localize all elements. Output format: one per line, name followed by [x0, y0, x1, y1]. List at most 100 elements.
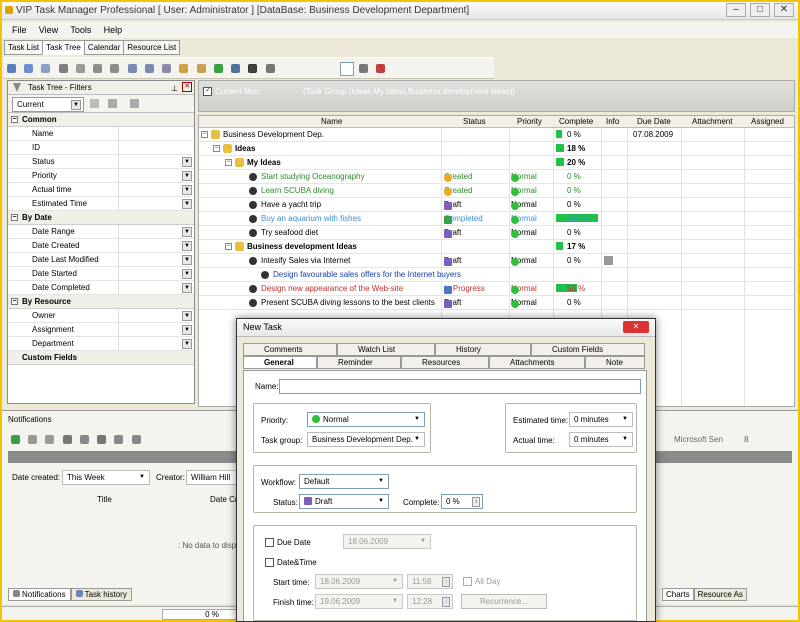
minimize-button[interactable]: – [726, 3, 746, 17]
table-row[interactable]: − Business Development Dep. 0 % 07.08.2009 [199, 128, 794, 142]
tab-note[interactable]: Note [585, 356, 645, 369]
due-date-checkbox[interactable] [265, 538, 274, 547]
move-down-icon[interactable] [127, 64, 137, 73]
filter-property-row[interactable]: Department ▼ [8, 337, 194, 351]
collapse-icon[interactable]: − [213, 145, 220, 152]
tab-charts[interactable]: Charts [662, 588, 694, 601]
tab-resource-assign[interactable]: Resource As [693, 588, 747, 601]
filter-settings-icon[interactable] [130, 99, 139, 108]
chevron-down-icon[interactable]: ▼ [182, 241, 192, 251]
due-date-input[interactable]: 18.06.2009 ▼ [343, 534, 431, 549]
column-complete[interactable]: Complete [559, 117, 593, 126]
filter-property-row[interactable]: Owner ▼ [8, 309, 194, 323]
chevron-down-icon[interactable]: ▼ [620, 435, 630, 445]
filter-group-header[interactable]: − Common [8, 113, 194, 127]
collapse-icon[interactable]: − [11, 298, 18, 305]
filter-property-row[interactable]: Date Range ▼ [8, 225, 194, 239]
finish-date-input[interactable]: 19.06.2009 ▼ [315, 594, 403, 609]
date-created-select[interactable]: This Week ▼ [62, 470, 150, 485]
link-icon[interactable] [93, 64, 103, 73]
chevron-down-icon[interactable]: ▼ [182, 311, 192, 321]
table-row[interactable]: Intesify Sales via Internet Draft Normal 0 … [199, 254, 794, 268]
date-time-checkbox[interactable] [265, 558, 274, 567]
tab-watch-list[interactable]: Watch List [337, 343, 435, 356]
workflow-select[interactable]: Default ▼ [299, 474, 389, 489]
collapse-icon[interactable]: − [225, 159, 232, 166]
chevron-down-icon[interactable]: ▼ [71, 100, 81, 110]
tab-notifications[interactable]: Notifications [8, 588, 71, 601]
chevron-down-icon[interactable]: ▼ [418, 537, 428, 547]
tab-custom-fields[interactable]: Custom Fields [531, 343, 645, 356]
cut-icon[interactable] [75, 64, 85, 73]
column-assigned[interactable]: Assigned [751, 117, 784, 126]
collapse-icon[interactable]: − [11, 116, 18, 123]
current-filter-select[interactable]: Current ▼ [12, 97, 84, 112]
column-info[interactable]: Info [606, 117, 619, 126]
column-status[interactable]: Status [463, 117, 486, 126]
search-combo[interactable] [339, 62, 354, 76]
task-group-select[interactable]: Business Development Dep. ▼ [307, 432, 425, 447]
tab-task-list[interactable]: Task List [4, 40, 44, 55]
chevron-down-icon[interactable]: ▼ [376, 477, 386, 487]
chevron-down-icon[interactable]: ▼ [182, 199, 192, 209]
table-row[interactable]: Start studying Oceanography Created Normal… [199, 170, 794, 184]
back-icon[interactable] [28, 435, 38, 444]
view-mode-icon[interactable] [248, 64, 258, 73]
close-button[interactable]: ✕ [774, 3, 794, 17]
new-subtask-icon[interactable] [24, 64, 34, 73]
flag-icon[interactable] [114, 435, 124, 444]
table-row[interactable]: Design new appearance of the Web-site In … [199, 282, 794, 296]
tab-task-history[interactable]: Task history [70, 588, 132, 601]
new-task-icon[interactable] [7, 64, 16, 73]
column-date-created[interactable]: Date Cr [210, 495, 238, 504]
finish-time-input[interactable]: 12:28 ↕ [407, 594, 453, 609]
print-icon[interactable] [376, 64, 386, 73]
spinner-arrows-icon[interactable]: ↕ [442, 577, 450, 587]
dialog-close-button[interactable]: ✕ [623, 321, 649, 333]
menu-view[interactable]: View [39, 22, 58, 38]
unlink-icon[interactable] [110, 64, 120, 73]
recurrence-button[interactable]: Recurrence... [461, 594, 547, 609]
table-row[interactable]: − Business development Ideas 17 % [199, 240, 794, 254]
table-row[interactable]: Try seafood diet Draft Normal 0 % [199, 226, 794, 240]
filter-enable-checkbox[interactable]: ✓ [203, 85, 212, 96]
chevron-down-icon[interactable]: ▼ [182, 227, 192, 237]
filter-property-row[interactable]: Date Started ▼ [8, 267, 194, 281]
chevron-down-icon[interactable]: ▼ [182, 283, 192, 293]
filter-icon[interactable] [358, 64, 368, 73]
chevron-down-icon[interactable]: ▼ [182, 325, 192, 335]
chevron-down-icon[interactable]: ▼ [620, 415, 630, 425]
actual-time-select[interactable]: 0 minutes ▼ [569, 432, 633, 447]
table-row[interactable]: − Ideas 18 % [199, 142, 794, 156]
filter-property-row[interactable]: Date Completed ▼ [8, 281, 194, 295]
filter-group-header[interactable]: − By Resource [8, 295, 194, 309]
status-select[interactable]: Draft ▼ [299, 494, 389, 509]
save-filter-icon[interactable] [90, 99, 99, 108]
filter-property-row[interactable]: Priority ▼ [8, 169, 194, 183]
reply-icon[interactable] [79, 435, 89, 444]
filter-property-row[interactable]: Assignment ▼ [8, 323, 194, 337]
filter-property-row[interactable]: ID [8, 141, 194, 155]
spinner-arrows-icon[interactable]: ↕ [472, 497, 480, 507]
complete-spinner[interactable]: 0 % ↕ [441, 494, 483, 509]
panel-close-icon[interactable]: ✕ [182, 82, 192, 92]
creator-select[interactable]: William Hill [186, 470, 240, 485]
edit-task-icon[interactable] [41, 64, 51, 73]
chevron-down-icon[interactable]: ▼ [137, 473, 147, 483]
chevron-down-icon[interactable]: ▼ [390, 597, 400, 607]
font-size[interactable]: 8 [744, 435, 748, 444]
start-time-input[interactable]: 11:58 ↕ [407, 574, 453, 589]
collapse-icon[interactable]: − [11, 214, 18, 221]
priority-select[interactable]: Normal ▼ [307, 412, 425, 427]
table-row[interactable]: Have a yacht trip Draft Normal 0 % [199, 198, 794, 212]
table-row[interactable]: Learn SCUBA diving Created Normal 0 % [199, 184, 794, 198]
tab-history[interactable]: History [435, 343, 531, 356]
info-icon[interactable] [604, 256, 613, 265]
chevron-down-icon[interactable]: ▼ [412, 415, 422, 425]
refresh-icon[interactable] [11, 435, 20, 444]
filter-property-row[interactable]: Estimated Time ▼ [8, 197, 194, 211]
filter-options-icon[interactable] [108, 99, 117, 108]
sort-icon[interactable] [162, 64, 172, 73]
table-row[interactable]: − My Ideas 20 % [199, 156, 794, 170]
tab-general[interactable]: General [243, 356, 317, 369]
